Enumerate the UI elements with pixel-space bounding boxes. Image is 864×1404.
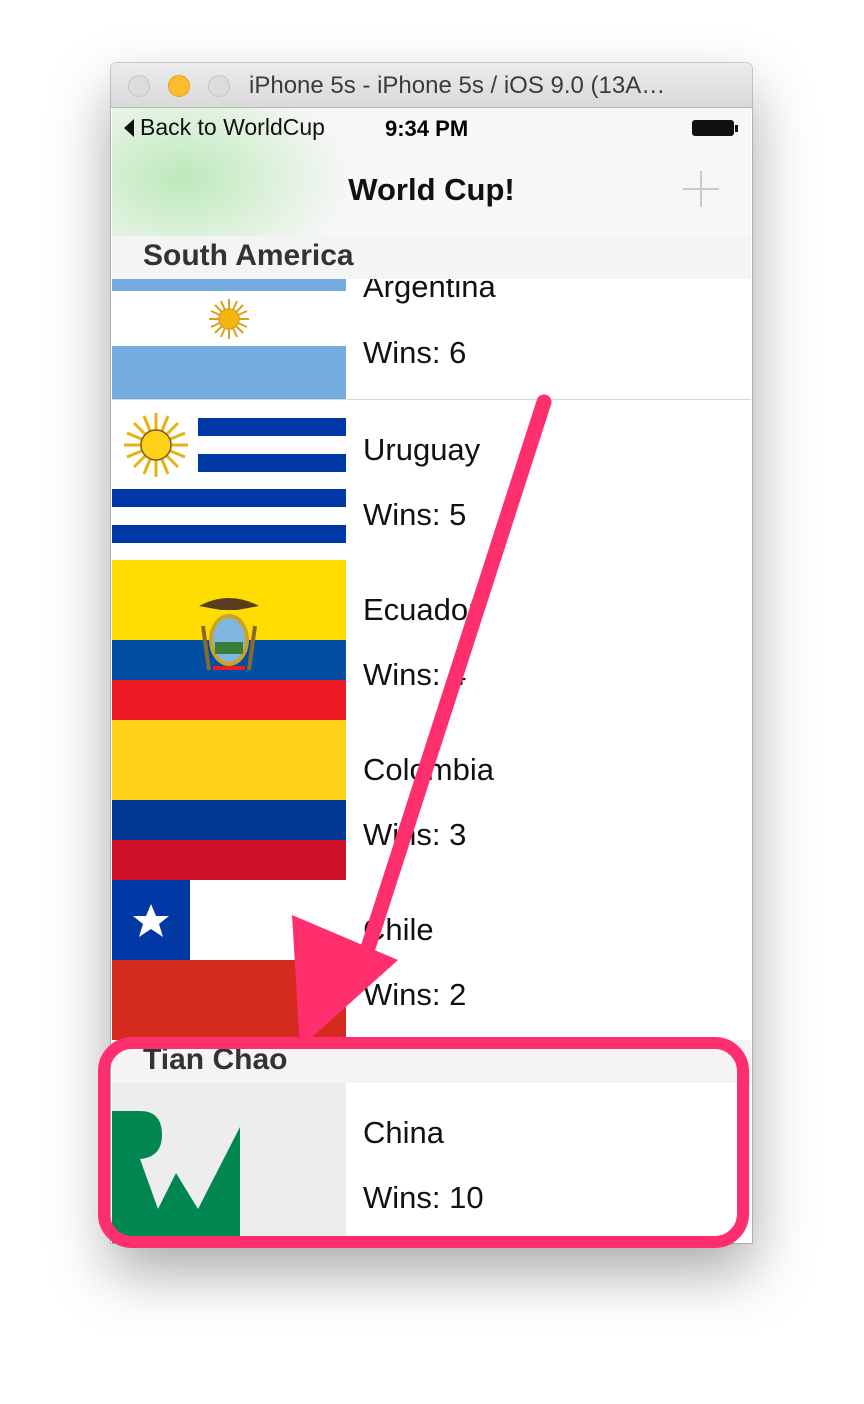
iphone-screen: Back to WorldCup 9:34 PM World Cup! Sout… <box>112 108 751 1243</box>
section-title: Tian Chao <box>143 1043 288 1076</box>
simulator-window: iPhone 5s - iPhone 5s / iOS 9.0 (13A… Ba… <box>111 63 752 1243</box>
back-to-app-button[interactable]: Back to WorldCup <box>124 114 325 141</box>
chile-flag-icon <box>112 880 346 1040</box>
minimize-window-button[interactable] <box>168 75 190 97</box>
section-title: South America <box>143 239 354 272</box>
close-window-button[interactable] <box>128 75 150 97</box>
status-time: 9:34 PM <box>385 116 469 141</box>
window-titlebar[interactable]: iPhone 5s - iPhone 5s / iOS 9.0 (13A… <box>111 63 752 108</box>
country-name: Ecuador <box>363 592 479 627</box>
country-wins: Wins: 4 <box>363 657 467 692</box>
country-name: Colombia <box>363 752 494 787</box>
window-title: iPhone 5s - iPhone 5s / iOS 9.0 (13A… <box>249 72 666 99</box>
section-header-south-america: South America <box>112 236 751 279</box>
table-row-ecuador[interactable]: Ecuador Wins: 4 <box>112 560 751 721</box>
country-wins: Wins: 6 <box>363 335 467 370</box>
plus-icon[interactable] <box>683 171 719 207</box>
country-name: China <box>363 1115 444 1150</box>
uruguay-flag-icon <box>112 400 346 560</box>
back-label: Back to WorldCup <box>140 114 325 140</box>
country-wins: Wins: 10 <box>363 1180 484 1215</box>
colombia-flag-icon <box>112 720 346 880</box>
table-row-argentina[interactable]: Argentina Wins: 6 <box>112 279 751 400</box>
country-name: Argentina <box>363 279 496 304</box>
table-row-chile[interactable]: Chile Wins: 2 <box>112 880 751 1041</box>
country-wins: Wins: 2 <box>363 977 467 1012</box>
navigation-bar: Back to WorldCup 9:34 PM World Cup! <box>112 108 751 237</box>
table-row-china[interactable]: China Wins: 10 <box>112 1083 751 1243</box>
country-name: Chile <box>363 912 434 947</box>
section-header-tian-chao: Tian Chao <box>112 1040 751 1083</box>
page-title: World Cup! <box>348 172 515 207</box>
country-wins: Wins: 5 <box>363 497 467 532</box>
back-arrow-icon <box>124 118 134 137</box>
table-row-uruguay[interactable]: Uruguay Wins: 5 <box>112 400 751 561</box>
country-name: Uruguay <box>363 432 481 467</box>
ecuador-flag-icon <box>112 560 346 720</box>
rw-logo-placeholder-icon <box>112 1083 346 1243</box>
zoom-window-button[interactable] <box>208 75 230 97</box>
argentina-flag-icon <box>112 279 346 399</box>
table-row-colombia[interactable]: Colombia Wins: 3 <box>112 720 751 881</box>
country-wins: Wins: 3 <box>363 817 467 852</box>
battery-icon <box>692 120 738 136</box>
